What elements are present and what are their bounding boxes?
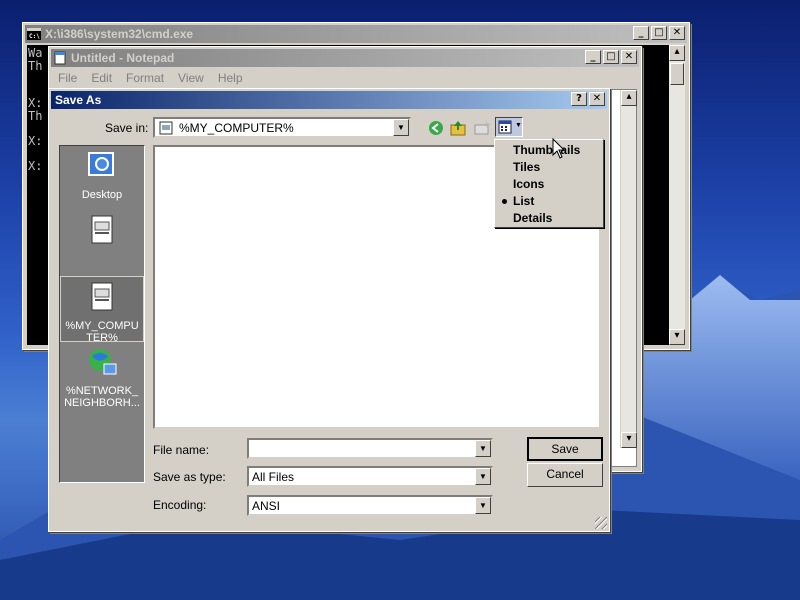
scroll-down-button[interactable]: ▾: [621, 432, 637, 448]
desktop-icon: [88, 152, 114, 176]
save-in-dropdown[interactable]: %MY_COMPUTER% ▼: [153, 117, 411, 138]
computer-document-icon: [91, 282, 113, 311]
notepad-titlebar[interactable]: Untitled - Notepad _ □ ✕: [51, 49, 639, 67]
console-icon: C:\: [27, 28, 41, 40]
chevron-down-icon[interactable]: ▼: [475, 468, 491, 485]
place-desktop[interactable]: Desktop: [60, 150, 144, 201]
maximize-button[interactable]: □: [651, 26, 667, 40]
dialog-title: Save As: [55, 93, 102, 107]
save-type-value: All Files: [252, 470, 295, 484]
notepad-menubar: File Edit Format View Help: [51, 69, 639, 89]
scroll-up-button[interactable]: ▴: [621, 90, 637, 106]
document-icon: [91, 215, 113, 244]
notepad-scrollbar[interactable]: ▴ ▾: [620, 90, 637, 448]
scroll-down-button[interactable]: ▾: [669, 329, 685, 345]
view-menu-list-label: List: [513, 194, 535, 208]
view-menu-icons[interactable]: Icons: [495, 176, 603, 193]
cancel-button[interactable]: Cancel: [527, 463, 603, 487]
notepad-icon: [54, 51, 66, 65]
close-button[interactable]: ✕: [621, 50, 637, 64]
back-icon[interactable]: [427, 119, 445, 137]
notepad-title: Untitled - Notepad: [71, 51, 175, 65]
save-in-value: %MY_COMPUTER%: [179, 121, 294, 135]
minimize-button[interactable]: _: [585, 50, 601, 64]
encoding-value: ANSI: [252, 499, 281, 513]
maximize-button[interactable]: □: [603, 50, 619, 64]
up-folder-icon[interactable]: [449, 119, 467, 137]
place-documents[interactable]: [60, 214, 144, 253]
place-label: Desktop: [81, 189, 123, 201]
new-folder-icon[interactable]: [473, 119, 491, 137]
save-type-label: Save as type:: [153, 470, 226, 484]
view-menu-list[interactable]: List: [495, 193, 603, 210]
save-as-titlebar[interactable]: Save As ? ✕: [51, 91, 607, 109]
chevron-down-icon[interactable]: ▼: [475, 440, 491, 457]
chevron-down-icon: ▼: [515, 122, 522, 129]
cmd-scrollbar[interactable]: ▴ ▾: [669, 45, 685, 345]
mouse-cursor-icon: [552, 138, 566, 159]
network-globe-icon: [89, 349, 117, 375]
encoding-dropdown[interactable]: ANSI ▼: [247, 495, 493, 516]
view-menu-thumbnails[interactable]: Thumbnails: [495, 142, 603, 159]
view-menu-popup: Thumbnails Tiles Icons List Details: [494, 139, 604, 228]
places-bar: Desktop %MY_COMPUTER% %NETWORK_NEIGHBORH…: [59, 145, 145, 483]
computer-document-icon: [159, 121, 173, 135]
view-list-icon: [498, 120, 512, 134]
cmd-titlebar[interactable]: C:\ X:\i386\system32\cmd.exe _ □ ✕: [25, 25, 687, 43]
help-button[interactable]: ?: [571, 92, 587, 106]
place-network[interactable]: %NETWORK_NEIGHBORH...: [60, 346, 144, 409]
menu-file[interactable]: File: [51, 69, 84, 89]
svg-text:C:\: C:\: [29, 33, 40, 40]
menu-view[interactable]: View: [171, 69, 211, 89]
save-button[interactable]: Save: [527, 437, 603, 461]
selected-bullet-icon: [502, 199, 507, 204]
view-menu-tiles[interactable]: Tiles: [495, 159, 603, 176]
chevron-down-icon[interactable]: ▼: [475, 497, 491, 514]
chevron-down-icon[interactable]: ▼: [393, 119, 409, 136]
encoding-label: Encoding:: [153, 498, 207, 512]
file-name-input[interactable]: ▼: [247, 438, 493, 459]
close-button[interactable]: ✕: [589, 92, 605, 106]
save-type-dropdown[interactable]: All Files ▼: [247, 466, 493, 487]
place-label: %NETWORK_NEIGHBORH...: [64, 385, 140, 409]
menu-edit[interactable]: Edit: [84, 69, 119, 89]
file-name-label: File name:: [153, 443, 210, 457]
minimize-button[interactable]: _: [633, 26, 649, 40]
scroll-up-button[interactable]: ▴: [669, 45, 685, 61]
scroll-thumb[interactable]: [670, 63, 684, 85]
place-my-computer[interactable]: %MY_COMPUTER%: [60, 276, 144, 344]
view-menu-button[interactable]: ▼: [495, 117, 523, 137]
save-in-label: Save in:: [105, 121, 149, 135]
menu-format[interactable]: Format: [119, 69, 171, 89]
close-button[interactable]: ✕: [669, 26, 685, 40]
view-menu-details[interactable]: Details: [495, 210, 603, 227]
resize-grip[interactable]: [595, 517, 607, 529]
place-label: %MY_COMPUTER%: [65, 320, 139, 344]
menu-help[interactable]: Help: [211, 69, 250, 89]
cmd-title: X:\i386\system32\cmd.exe: [45, 27, 194, 41]
